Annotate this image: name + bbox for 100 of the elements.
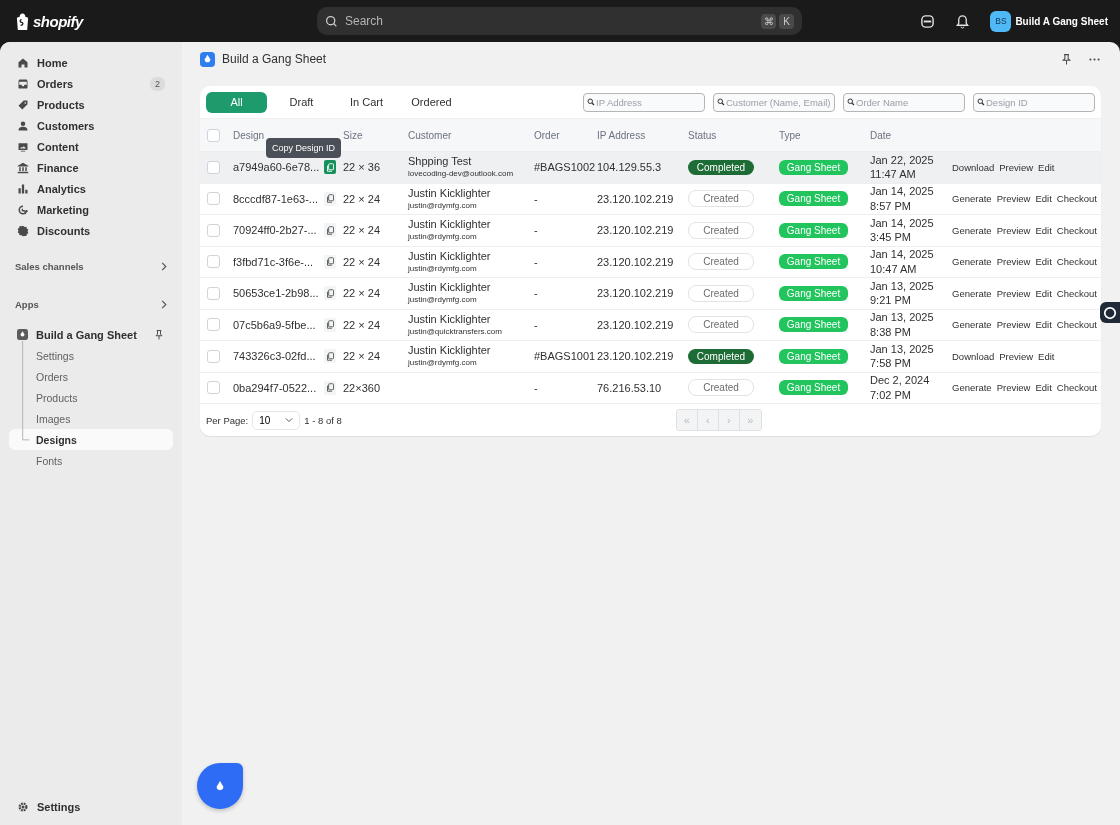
action-link[interactable]: Generate [952,287,992,299]
sidebar-subitem[interactable]: Images [9,408,173,429]
filter-field[interactable]: Order Name [855,96,961,108]
customer-name: Justin Kicklighter [408,249,492,264]
row-checkbox[interactable] [207,255,220,269]
sidebar-item[interactable]: Products [9,94,173,115]
column-header: Type [779,129,802,141]
action-link[interactable]: Edit [1035,224,1052,236]
side-widget-tab[interactable] [1100,302,1120,323]
floating-app-button[interactable] [197,763,243,809]
store-menu-button[interactable]: BS Build A Gang Sheet [990,10,1108,32]
filter-box[interactable]: Design ID [973,92,1095,112]
customer-name: Shpping Test [408,155,473,170]
select-all-checkbox[interactable] [207,128,220,142]
search-field[interactable]: Search [343,13,756,29]
sidebar-subitem[interactable]: Fonts [9,450,173,471]
action-link[interactable]: Preview [996,287,1031,299]
action-link[interactable]: Generate [952,382,992,394]
action-link[interactable]: Checkout [1056,256,1097,268]
filter-tab[interactable]: All [206,91,267,113]
per-page-select[interactable]: 10 [252,410,301,430]
sidebar-item[interactable]: Home [9,52,173,73]
ip-cell-text: 76.216.53.10 [597,381,663,394]
sidebar-item[interactable]: Orders 2 [9,73,173,94]
sidebar-subitem[interactable]: Settings [9,345,173,366]
app-link[interactable]: Build a Gang Sheet [9,324,173,345]
type-badge: Gang Sheet [779,254,848,270]
filter-field[interactable]: IP Address [595,96,701,108]
action-link[interactable]: Edit [1035,287,1052,299]
column-header: Customer [408,129,453,141]
filter-box[interactable]: Order Name [843,92,965,112]
copy-button[interactable] [324,191,336,206]
action-link[interactable]: Edit [1035,256,1052,268]
filter-field[interactable]: Design ID [985,96,1091,108]
action-link[interactable]: Preview [999,350,1034,362]
ip-cell-text: 23.120.102.219 [597,224,675,237]
sidebar-subitem[interactable]: Designs [9,429,173,450]
row-checkbox[interactable] [207,223,220,237]
action-link[interactable]: Edit [1038,350,1055,362]
action-link[interactable]: Edit [1038,161,1055,173]
ip-cell-text: 23.120.102.219 [597,287,675,300]
action-link[interactable]: Download [952,350,995,362]
action-link[interactable]: Preview [996,382,1031,394]
action-link[interactable]: Download [952,161,995,173]
sidebar-section-link[interactable]: Sales channels [9,257,173,275]
action-link[interactable]: Preview [996,256,1031,268]
sidebar-item[interactable]: Content [9,136,173,157]
pin-icon[interactable] [153,328,165,341]
sidebar-item[interactable]: Customers [9,115,173,136]
sidebar-item[interactable]: Marketing [9,199,173,220]
copy-button[interactable] [324,160,336,175]
filter-tab[interactable]: In Cart [336,91,397,113]
filter-box[interactable]: Customer (Name, Email) [713,92,835,112]
row-checkbox[interactable] [207,160,220,174]
row-checkbox[interactable] [207,192,220,206]
filter-tab[interactable]: Draft [271,91,332,113]
size-cell-text: 22 × 24 [343,255,381,268]
action-link[interactable]: Generate [952,256,992,268]
action-link[interactable]: Preview [996,193,1031,205]
pin-icon[interactable] [1060,52,1073,66]
row-checkbox[interactable] [207,349,220,363]
sidebar-item[interactable]: Discounts [9,220,173,241]
bell-icon[interactable] [955,13,971,29]
action-link[interactable]: Preview [999,161,1034,173]
action-link[interactable]: Generate [952,193,992,205]
sidebar-item[interactable]: Analytics [9,178,173,199]
action-link[interactable]: Edit [1035,319,1052,331]
sidebar-item[interactable]: Finance [9,157,173,178]
copy-button[interactable] [324,223,336,238]
copy-button[interactable] [324,349,336,364]
sidebar-subitem[interactable]: Orders [9,366,173,387]
action-link[interactable]: Edit [1035,382,1052,394]
status-badge: Created [688,379,754,397]
filter-tab[interactable]: Ordered [401,91,462,113]
copy-button[interactable] [324,254,336,269]
settings-link[interactable]: Settings [9,796,173,817]
row-checkbox[interactable] [207,286,220,300]
row-checkbox[interactable] [207,318,220,332]
action-link[interactable]: Checkout [1056,193,1097,205]
filter-field[interactable]: Customer (Name, Email) [725,96,831,108]
action-link[interactable]: Checkout [1056,319,1097,331]
action-link[interactable]: Preview [996,319,1031,331]
search-bar[interactable]: Search ⌘ K [317,7,802,35]
copy-button[interactable] [324,286,336,301]
action-link[interactable]: Edit [1035,193,1052,205]
action-link[interactable]: Generate [952,319,992,331]
action-link[interactable]: Checkout [1056,382,1097,394]
row-checkbox[interactable] [207,381,220,395]
sidebar-section-link[interactable]: Apps [9,295,173,313]
page-range: 1 - 8 of 8 [304,414,342,426]
store-icon[interactable] [920,13,936,29]
action-link[interactable]: Checkout [1056,224,1097,236]
filter-box[interactable]: IP Address [583,92,705,112]
copy-button[interactable] [324,380,336,395]
copy-button[interactable] [324,317,336,332]
action-link[interactable]: Preview [996,224,1031,236]
time-text: 3:45 PM [870,230,912,245]
action-link[interactable]: Checkout [1056,287,1097,299]
sidebar-subitem[interactable]: Products [9,387,173,408]
action-link[interactable]: Generate [952,224,992,236]
